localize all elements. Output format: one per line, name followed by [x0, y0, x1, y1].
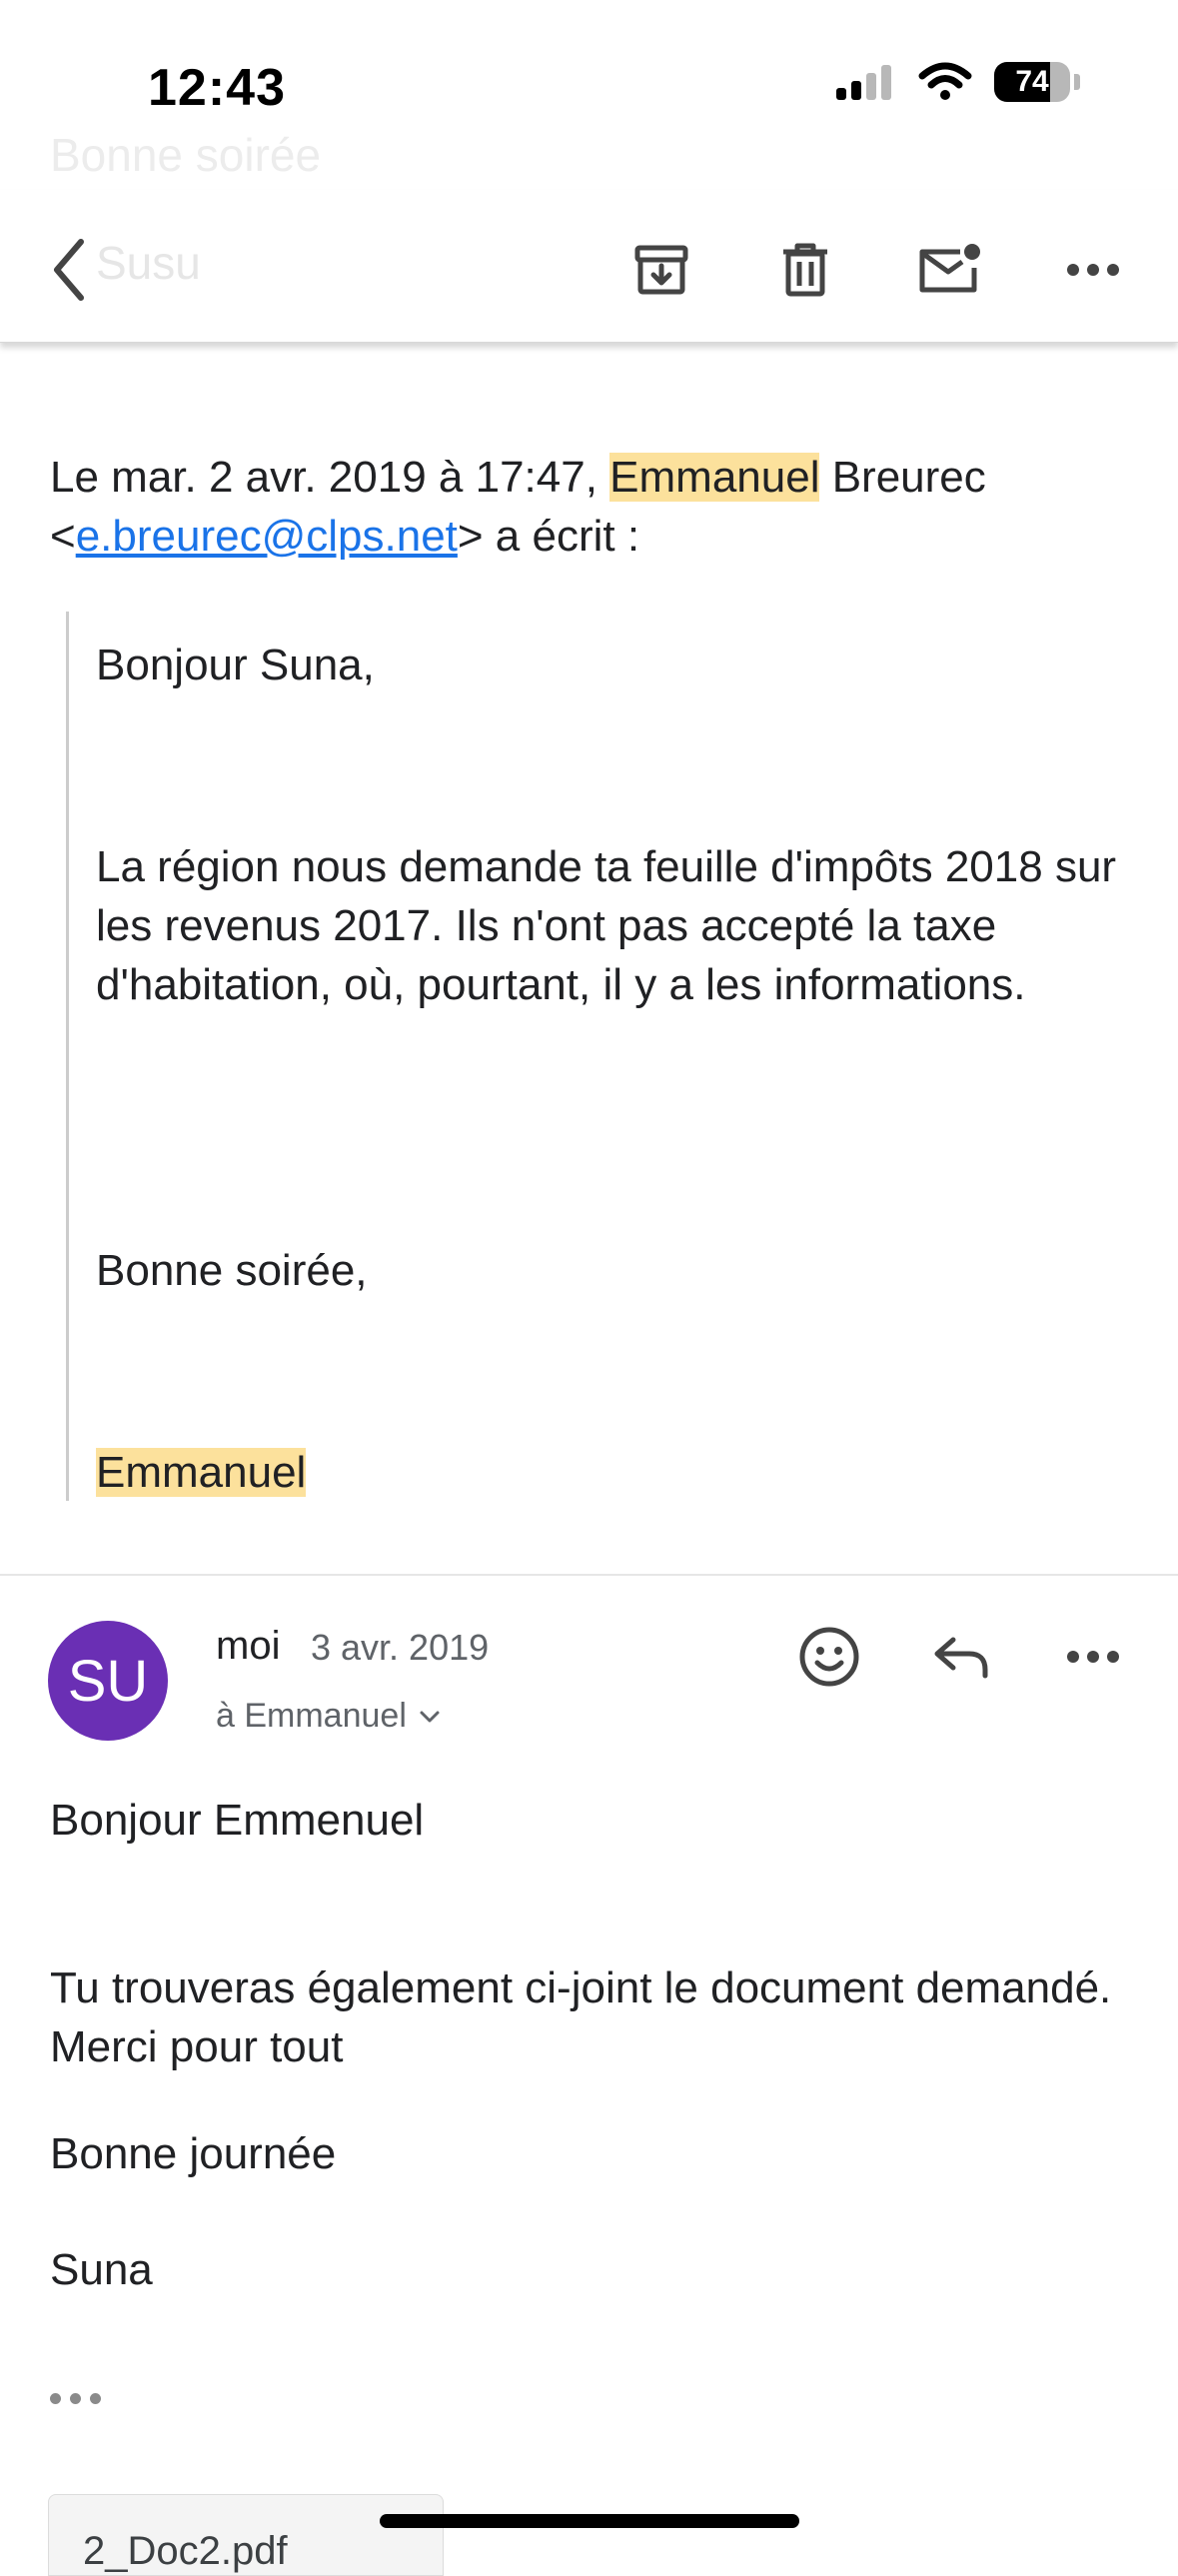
highlighted-name: Emmanuel [609, 453, 820, 502]
battery-cap [1074, 74, 1080, 90]
quote-header-wrote: > a écrit : [457, 512, 640, 561]
smiley-icon [799, 1627, 859, 1687]
status-icons: 74 [834, 62, 1080, 102]
message-paragraph: Tu trouveras également ci-joint le docum… [50, 1963, 1112, 2071]
quoted-closing: Bonne soirée, [96, 1246, 368, 1295]
recipient-label: à Emmanuel [216, 1697, 407, 1735]
mail-toolbar [0, 190, 1178, 343]
quoted-block: Bonjour Suna, La région nous demande ta … [66, 612, 1128, 1501]
cellular-signal-icon [836, 65, 891, 100]
more-horizontal-icon [1067, 1651, 1119, 1663]
back-button[interactable] [30, 230, 110, 310]
ghost-subject-title: Bonne soirée [50, 129, 322, 181]
more-horizontal-icon [1067, 264, 1119, 276]
email-bracket-open: < [50, 512, 76, 561]
mail-unread-icon [919, 244, 980, 293]
battery-level: 74 [1015, 65, 1049, 98]
wifi-icon [918, 62, 972, 100]
attachment-name: 2_Doc2.pdf [83, 2529, 288, 2573]
reply-button[interactable] [921, 1617, 1001, 1697]
trash-icon [783, 243, 827, 297]
sender-email-link[interactable]: e.breurec@clps.net [76, 512, 458, 561]
message-closing: Bonne journée [50, 2129, 337, 2178]
home-indicator[interactable] [380, 2514, 799, 2528]
message-divider [0, 1574, 1178, 1576]
recipient-details-toggle[interactable]: à Emmanuel [216, 1697, 441, 1736]
quote-header-date: Le mar. 2 avr. 2019 à 17:47, [50, 453, 610, 502]
more-options-button[interactable] [1053, 230, 1133, 310]
battery-indicator: 74 [994, 62, 1070, 102]
highlighted-signature: Emmanuel [96, 1448, 307, 1497]
status-time: 12:43 [148, 59, 286, 117]
quoted-greeting: Bonjour Suna, [96, 641, 375, 689]
chevron-down-icon [420, 1711, 440, 1722]
quote-header-surname: Breurec [819, 453, 986, 502]
quoted-signature: Emmanuel [96, 1443, 1125, 1502]
quoted-message-header: Le mar. 2 avr. 2019 à 17:47, Emmanuel Br… [50, 448, 1139, 566]
mark-unread-button[interactable] [909, 230, 989, 310]
reply-icon [934, 1637, 988, 1679]
react-emoji-button[interactable] [789, 1617, 869, 1697]
message-signature: Suna [50, 2245, 153, 2294]
archive-icon [634, 245, 688, 295]
show-trimmed-content-button[interactable] [50, 2378, 110, 2418]
archive-button[interactable] [621, 230, 701, 310]
quoted-paragraph: La région nous demande ta feuille d'impô… [96, 842, 1117, 1009]
message-date: 3 avr. 2019 [311, 1627, 490, 1668]
attachment-card[interactable]: 2_Doc2.pdf [48, 2494, 444, 2576]
sender-name: moi [216, 1624, 281, 1668]
avatar[interactable]: SU [48, 1621, 168, 1741]
chevron-left-icon [54, 239, 84, 301]
message-more-button[interactable] [1053, 1617, 1133, 1697]
message-greeting: Bonjour Emmenuel [50, 1796, 425, 1845]
delete-button[interactable] [765, 230, 845, 310]
